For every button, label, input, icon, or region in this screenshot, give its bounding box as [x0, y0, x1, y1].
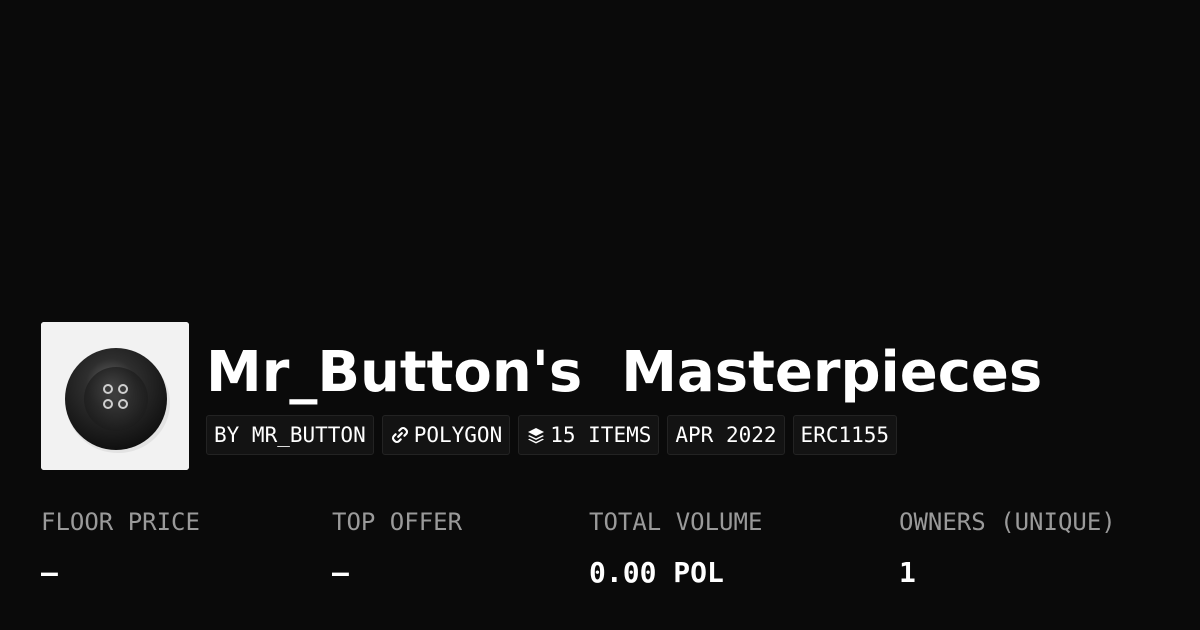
top-offer-label: TOP OFFER — [332, 508, 463, 536]
owners-value: 1 — [899, 556, 916, 589]
created-date-label: APR 2022 — [675, 423, 777, 447]
coat-button-icon — [41, 322, 189, 470]
collection-avatar — [41, 322, 189, 470]
collection-tags: BY MR_BUTTON POLYGON 15 ITEMS APR 2022 E… — [206, 415, 898, 455]
total-volume-label: TOTAL VOLUME — [589, 508, 763, 536]
creator-tag[interactable]: BY MR_BUTTON — [206, 415, 374, 455]
chain-tag[interactable]: POLYGON — [381, 415, 511, 455]
owners-stat: OWNERS (UNIQUE) 1 — [899, 505, 1116, 591]
owners-label: OWNERS (UNIQUE) — [899, 508, 1116, 536]
top-offer-value: – — [332, 556, 349, 589]
collection-title: Mr_Button's Masterpieces — [206, 340, 1043, 405]
chain-link-icon — [390, 425, 410, 445]
layers-icon — [526, 425, 546, 445]
total-volume-stat: TOTAL VOLUME 0.00 POL — [589, 505, 762, 591]
total-volume-value: 0.00 POL — [589, 556, 724, 589]
items-count-tag[interactable]: 15 ITEMS — [518, 415, 660, 455]
floor-price-stat: FLOOR PRICE – — [41, 505, 200, 591]
top-offer-stat: TOP OFFER – — [332, 505, 462, 591]
token-standard-label: ERC1155 — [800, 423, 890, 447]
chain-tag-label: POLYGON — [413, 423, 503, 447]
floor-price-value: – — [41, 556, 58, 589]
created-date-tag: APR 2022 — [667, 415, 785, 455]
token-standard-tag: ERC1155 — [792, 415, 898, 455]
creator-tag-label: BY MR_BUTTON — [214, 423, 366, 447]
floor-price-label: FLOOR PRICE — [41, 508, 200, 536]
items-count-label: 15 ITEMS — [550, 423, 652, 447]
